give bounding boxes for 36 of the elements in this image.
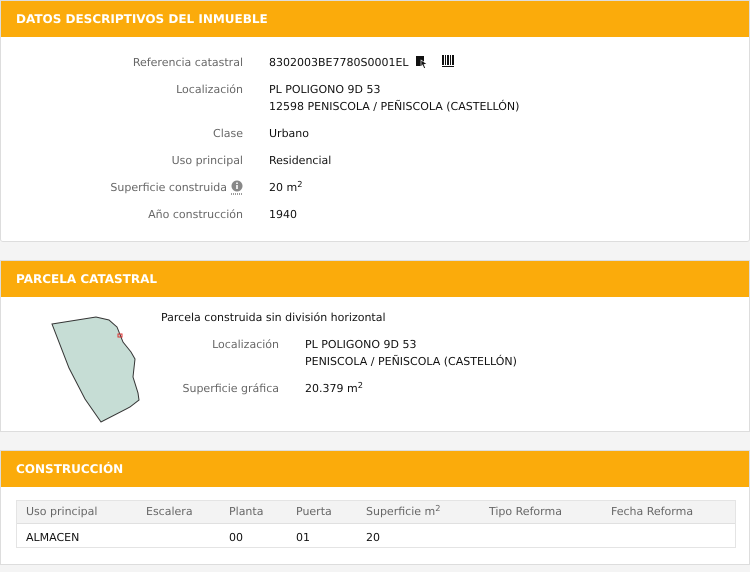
column-header: Uso principal — [25, 504, 98, 520]
field-value: 20 m$^{2}$ — [269, 179, 302, 196]
field-label: Localización — [212, 337, 279, 353]
barcode-icon[interactable] — [442, 55, 455, 68]
field-value: Urbano — [269, 126, 309, 142]
field-value: Residencial — [269, 153, 332, 169]
field-label: Referencia catastral — [132, 55, 243, 71]
info-icon — [231, 180, 243, 195]
field-label: Localización — [176, 82, 243, 98]
field-value: PENISCOLA / PEÑISCOLA (CASTELLÓN) — [305, 354, 517, 370]
table-cell: 00 — [229, 530, 243, 544]
field-label: Clase — [213, 126, 243, 142]
column-header: Escalera — [145, 504, 194, 520]
field-label: Superficie construida — [110, 180, 227, 196]
field-value: PL POLIGONO 9D 53 — [269, 82, 382, 98]
section-header: PARCELA CATASTRAL — [1, 261, 749, 297]
field-value: 1940 — [269, 207, 297, 223]
copy-icon[interactable] — [414, 55, 428, 69]
field-value: 20.379 m$^{2}$ — [305, 380, 363, 397]
field-label: Superficie gráfica — [182, 381, 279, 397]
field-label: Uso principal — [172, 153, 243, 169]
field-value: 8302003BE7780S0001EL — [269, 55, 409, 71]
field-value: PL POLIGONO 9D 53 — [305, 337, 418, 353]
section-header: DATOS DESCRIPTIVOS DEL INMUEBLE — [1, 1, 749, 37]
section-header: CONSTRUCCIÓN — [1, 451, 749, 487]
column-header: Tipo Reforma — [488, 504, 563, 520]
column-header: Planta — [228, 504, 264, 520]
column-header: Fecha Reforma — [610, 504, 694, 520]
table-cell: ALMACEN — [26, 530, 80, 544]
parcel-description: Parcela construida sin división horizontal — [161, 310, 387, 326]
column-header: Puerta — [295, 504, 333, 520]
field-value: 12598 PENISCOLA / PEÑISCOLA (CASTELLÓN) — [269, 98, 520, 115]
column-header: Superficie m$^{2}$ — [365, 504, 442, 520]
table-cell: 01 — [296, 530, 310, 544]
table-cell: 20 — [366, 530, 380, 544]
field-label: Año construcción — [148, 207, 243, 223]
